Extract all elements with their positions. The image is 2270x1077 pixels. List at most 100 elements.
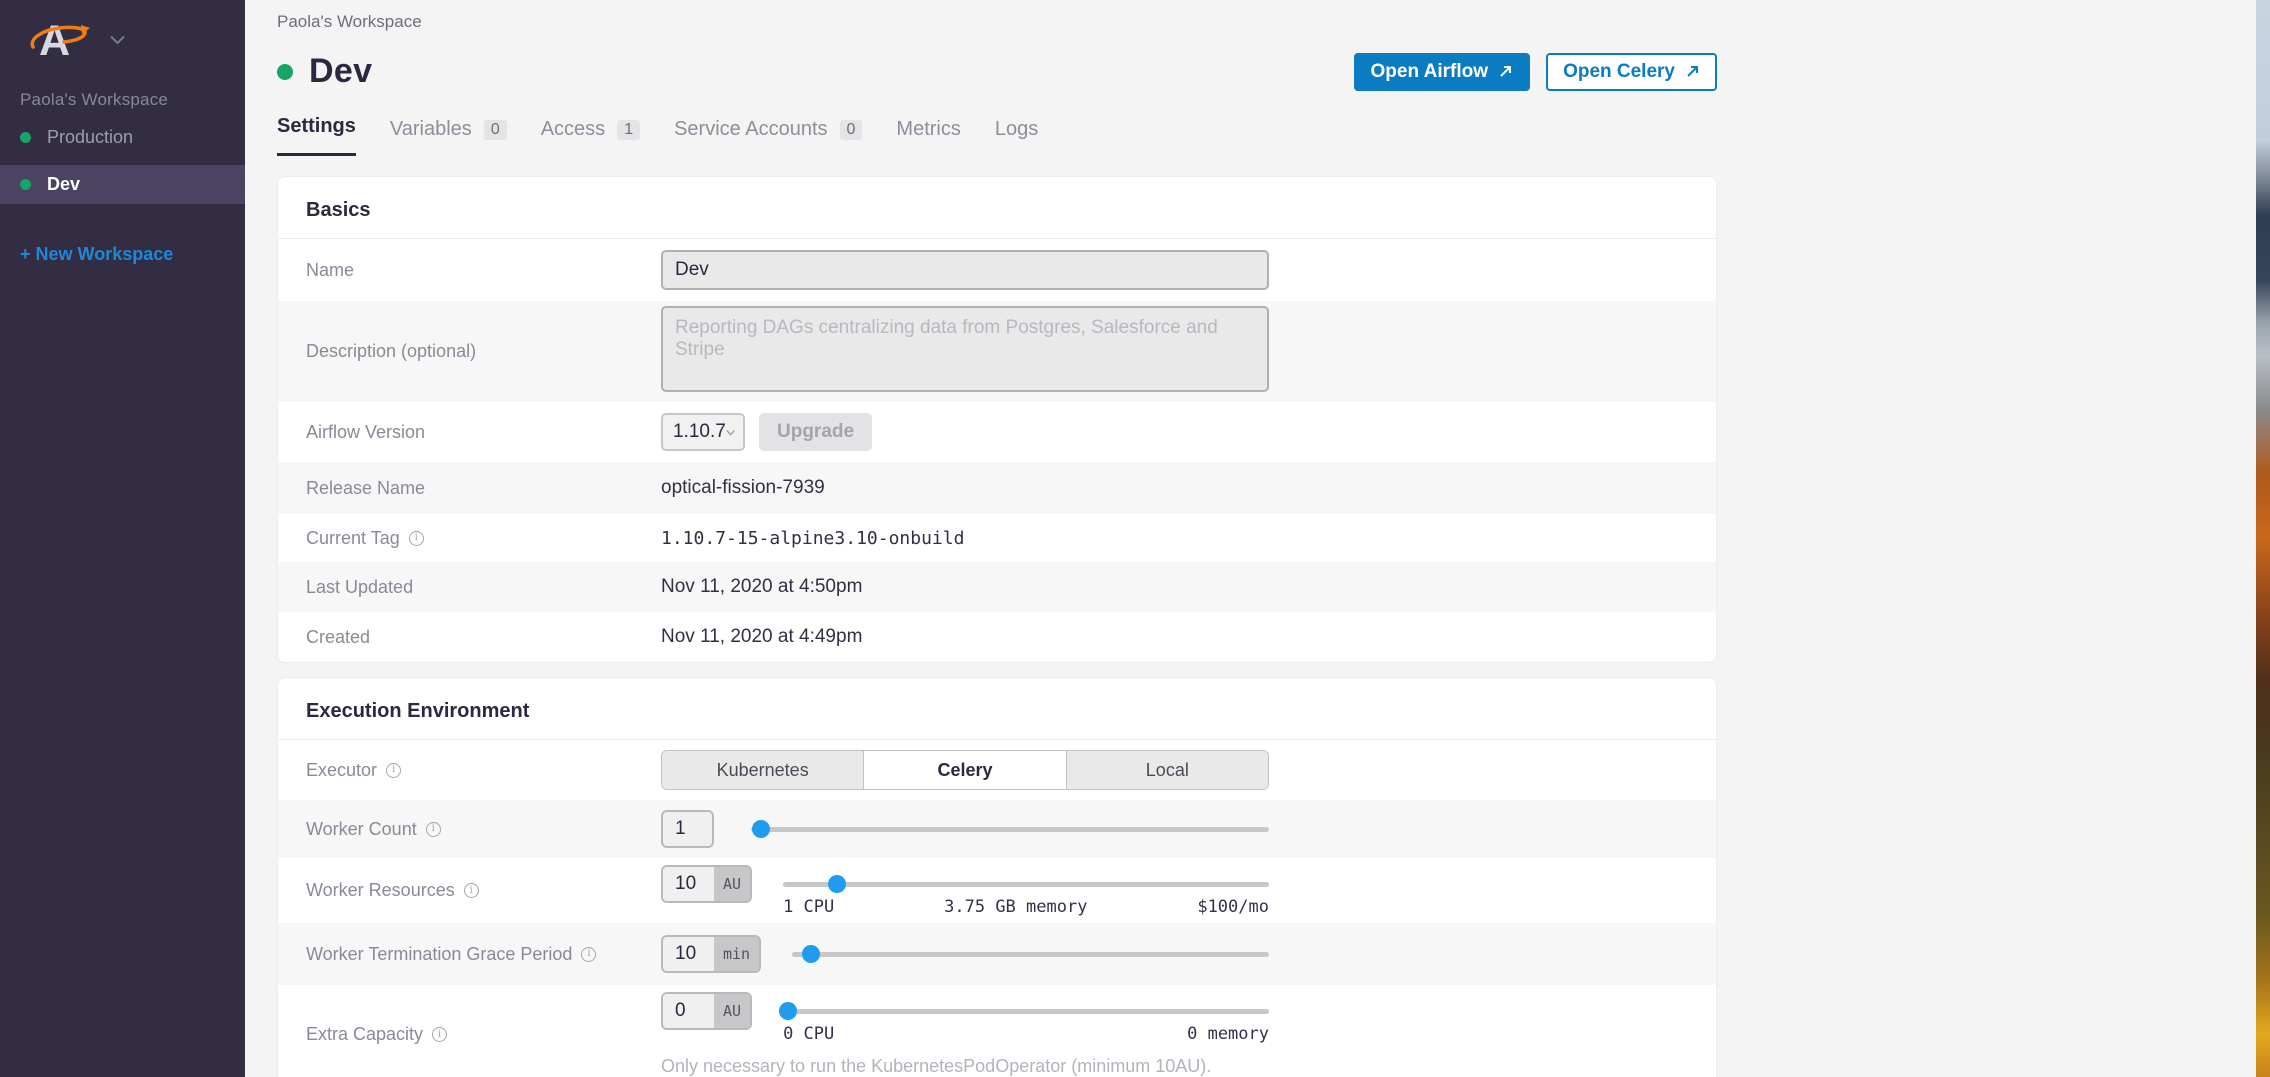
tab-label: Service Accounts [674, 118, 827, 141]
info-icon[interactable] [464, 883, 479, 898]
grace-period-input-group: min [661, 935, 761, 973]
worker-resources-slider[interactable] [783, 874, 1269, 894]
name-row: Name [278, 239, 1716, 301]
created-label: Created [306, 627, 370, 648]
last-updated-value: Nov 11, 2020 at 4:50pm [661, 576, 862, 597]
grace-period-row: Worker Termination Grace Period min [278, 923, 1716, 985]
slider-track [751, 827, 1269, 832]
slider-thumb[interactable] [752, 820, 770, 838]
executor-option-local[interactable]: Local [1067, 751, 1268, 789]
au-unit-badge: AU [714, 867, 750, 901]
new-workspace-link[interactable]: + New Workspace [20, 244, 173, 265]
name-input[interactable] [661, 250, 1269, 290]
info-icon[interactable] [426, 822, 441, 837]
slider-thumb[interactable] [828, 875, 846, 893]
airflow-version-label: Airflow Version [306, 422, 425, 443]
deployment-status-dot [277, 64, 293, 80]
info-icon[interactable] [432, 1027, 447, 1042]
tab-label: Variables [390, 118, 472, 141]
release-name-label: Release Name [306, 478, 425, 499]
last-updated-row: Last Updated Nov 11, 2020 at 4:50pm [278, 562, 1716, 612]
name-label: Name [306, 260, 354, 281]
open-airflow-label: Open Airflow [1371, 61, 1489, 83]
worker-count-input[interactable] [661, 810, 714, 848]
cpu-readout: 1 CPU [783, 897, 834, 917]
section-heading: Basics [278, 177, 1716, 239]
tab-count-badge: 1 [617, 120, 640, 140]
tab-label: Settings [277, 115, 356, 138]
description-row: Description (optional) [278, 301, 1716, 402]
slider-track [783, 1009, 1269, 1014]
worker-count-label: Worker Count [306, 819, 417, 840]
tab-access[interactable]: Access 1 [541, 118, 640, 156]
tab-settings[interactable]: Settings [277, 115, 356, 156]
extra-capacity-input-group: AU [661, 992, 752, 1030]
extra-capacity-helper-text: Only necessary to run the KubernetesPodO… [661, 1056, 1269, 1077]
basics-card: Basics Name Description (optional) Airfl… [277, 176, 1717, 663]
extra-capacity-input[interactable] [663, 994, 714, 1028]
app-root: A Paola's Workspace Production Dev + New… [0, 0, 2270, 1077]
sidebar-item-production[interactable]: Production [0, 118, 245, 157]
open-airflow-button[interactable]: Open Airflow [1354, 53, 1531, 91]
open-celery-label: Open Celery [1563, 61, 1675, 83]
main-area: Paola's Workspace Dev Open Airflow Open … [245, 0, 2270, 1077]
min-unit-badge: min [714, 937, 759, 971]
workspace-label: Paola's Workspace [20, 90, 245, 110]
slider-thumb[interactable] [779, 1002, 797, 1020]
info-icon[interactable] [409, 531, 424, 546]
slider-thumb[interactable] [802, 945, 820, 963]
last-updated-label: Last Updated [306, 577, 413, 598]
extra-capacity-readout: 0 CPU 0 memory [783, 1024, 1269, 1044]
tab-logs[interactable]: Logs [995, 118, 1038, 156]
worker-resources-label: Worker Resources [306, 880, 455, 901]
worker-resources-input[interactable] [663, 867, 714, 901]
memory-readout: 3.75 GB memory [944, 897, 1087, 917]
header-buttons: Open Airflow Open Celery [1354, 53, 1717, 91]
description-textarea[interactable] [661, 306, 1269, 392]
worker-resources-readout: 1 CPU 3.75 GB memory $100/mo [783, 897, 1269, 917]
sidebar-item-dev[interactable]: Dev [0, 165, 245, 204]
airflow-version-row: Airflow Version 1.10.7 Upgrade [278, 402, 1716, 462]
grace-period-input[interactable] [663, 937, 714, 971]
worker-count-row: Worker Count [278, 800, 1716, 858]
current-tag-label: Current Tag [306, 528, 400, 549]
tab-metrics[interactable]: Metrics [896, 118, 960, 156]
executor-segmented-control: Kubernetes Celery Local [661, 750, 1269, 790]
release-name-value: optical-fission-7939 [661, 477, 825, 498]
chevron-down-icon[interactable] [110, 32, 125, 50]
grace-period-label: Worker Termination Grace Period [306, 944, 572, 965]
executor-option-kubernetes[interactable]: Kubernetes [662, 751, 864, 789]
section-heading: Execution Environment [278, 678, 1716, 740]
tab-count-badge: 0 [484, 120, 507, 140]
astronomer-logo-icon[interactable]: A [26, 16, 90, 67]
current-tag-row: Current Tag 1.10.7-15-alpine3.10-onbuild [278, 514, 1716, 562]
airflow-version-value: 1.10.7 [673, 421, 726, 443]
worker-resources-row: Worker Resources AU [278, 858, 1716, 923]
breadcrumb[interactable]: Paola's Workspace [277, 12, 1717, 32]
extra-capacity-label: Extra Capacity [306, 1024, 423, 1045]
memory-readout: 0 memory [1187, 1024, 1269, 1044]
content: Paola's Workspace Dev Open Airflow Open … [277, 12, 1717, 1077]
worker-count-slider[interactable] [751, 819, 1269, 839]
tab-service-accounts[interactable]: Service Accounts 0 [674, 118, 862, 156]
slider-track [792, 952, 1269, 957]
executor-option-celery[interactable]: Celery [864, 751, 1066, 789]
tab-label: Logs [995, 118, 1038, 141]
grace-period-slider[interactable] [792, 944, 1269, 964]
select-chevron-icon [726, 429, 735, 436]
tab-label: Metrics [896, 118, 960, 141]
status-dot [20, 179, 31, 190]
open-celery-button[interactable]: Open Celery [1546, 53, 1717, 91]
info-icon[interactable] [581, 947, 596, 962]
tab-variables[interactable]: Variables 0 [390, 118, 507, 156]
upgrade-button[interactable]: Upgrade [759, 413, 872, 451]
extra-capacity-slider[interactable] [783, 1001, 1269, 1021]
info-icon[interactable] [386, 763, 401, 778]
logo-row: A [0, 14, 245, 66]
external-link-icon [1498, 64, 1513, 79]
created-row: Created Nov 11, 2020 at 4:49pm [278, 612, 1716, 662]
tab-bar: Settings Variables 0 Access 1 Service Ac… [277, 115, 1717, 156]
tab-label: Access [541, 118, 605, 141]
airflow-version-select[interactable]: 1.10.7 [661, 413, 745, 451]
sidebar-item-label: Dev [47, 174, 80, 195]
